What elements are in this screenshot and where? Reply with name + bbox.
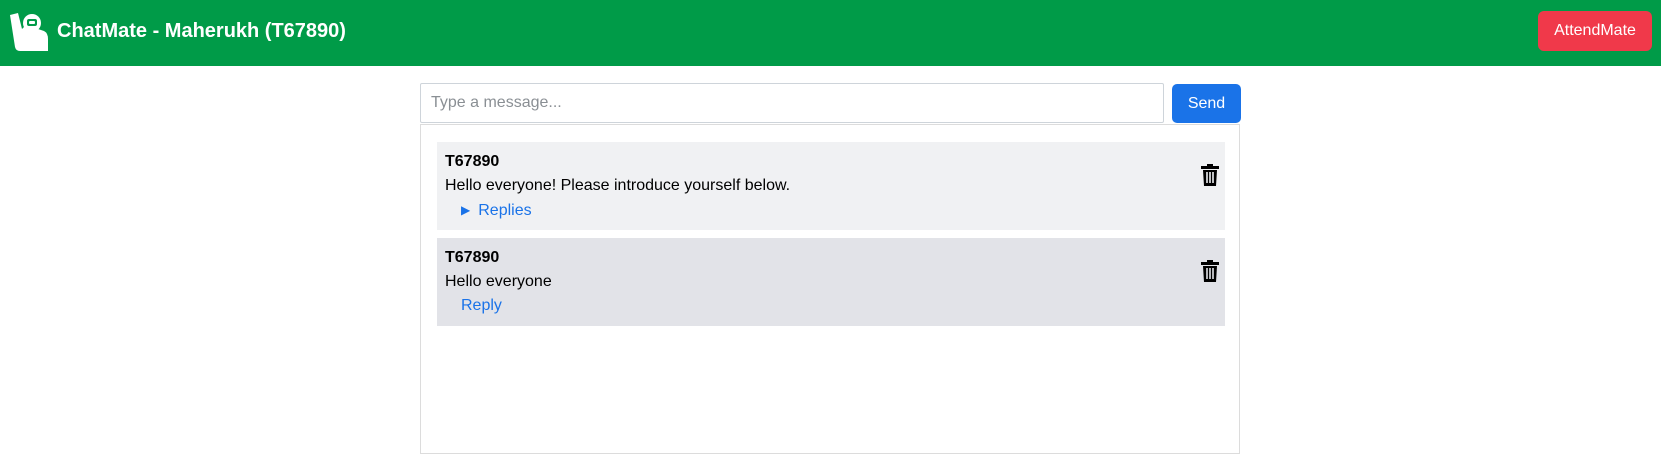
- top-bar: ChatMate - Maherukh (T67890) AttendMate: [0, 0, 1661, 66]
- message-text: Hello everyone: [445, 273, 552, 290]
- send-button[interactable]: Send: [1172, 84, 1241, 123]
- message-author: T67890: [445, 153, 500, 170]
- message-item: T67890 Hello everyone! Please introduce …: [437, 142, 1225, 230]
- trash-icon[interactable]: [1201, 260, 1219, 282]
- message-author: T67890: [445, 249, 500, 266]
- attendmate-button[interactable]: AttendMate: [1538, 11, 1652, 51]
- replies-label: Replies: [478, 202, 532, 219]
- trash-icon[interactable]: [1201, 164, 1219, 186]
- message-feed: T67890 Hello everyone! Please introduce …: [420, 124, 1240, 454]
- message-item: T67890 Hello everyone Reply: [437, 238, 1225, 326]
- app-title: ChatMate - Maherukh (T67890): [57, 20, 346, 42]
- replies-toggle[interactable]: ▶ Replies: [461, 200, 532, 221]
- reply-link[interactable]: Reply: [461, 296, 502, 316]
- hand-raise-icon: [10, 13, 48, 51]
- message-text: Hello everyone! Please introduce yoursel…: [445, 177, 791, 194]
- caret-right-icon: ▶: [461, 203, 471, 217]
- message-input[interactable]: [420, 83, 1164, 123]
